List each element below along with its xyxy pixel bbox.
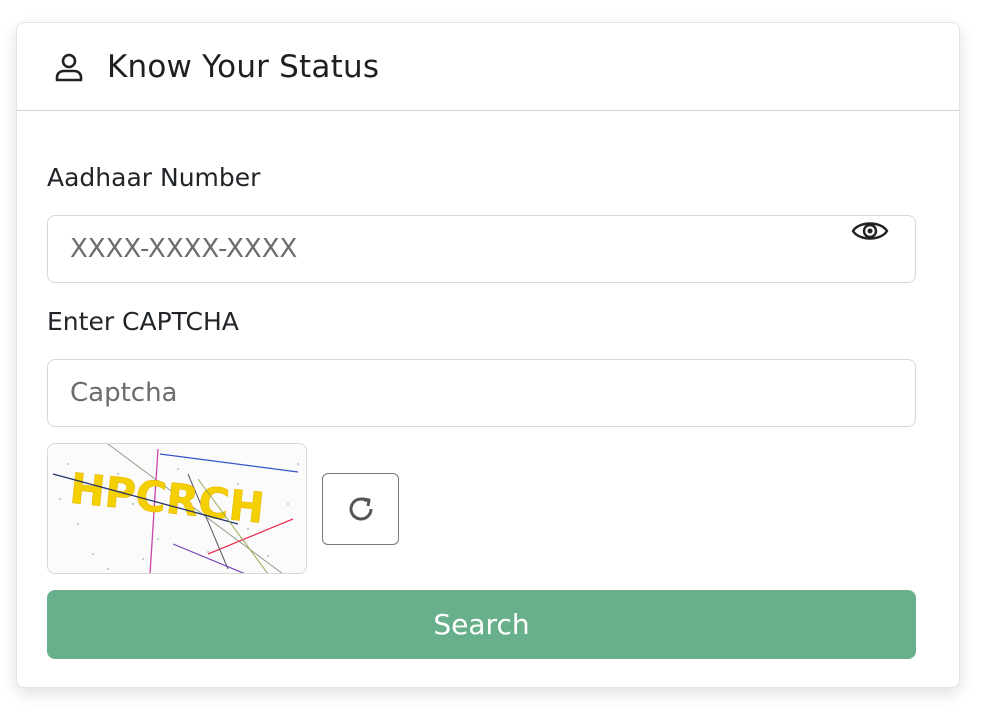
card-header: Know Your Status	[17, 23, 959, 111]
captcha-input-wrap	[47, 359, 916, 427]
user-icon	[53, 51, 85, 83]
aadhaar-input[interactable]	[48, 216, 915, 282]
captcha-image: HPCRCH	[47, 443, 307, 574]
captcha-input[interactable]	[48, 360, 915, 426]
aadhaar-input-wrap	[47, 215, 916, 283]
aadhaar-label: Aadhaar Number	[47, 163, 261, 192]
status-card: Know Your Status Aadhaar Number Enter CA…	[16, 22, 960, 688]
refresh-captcha-button[interactable]	[322, 473, 399, 545]
refresh-icon	[345, 493, 377, 525]
search-button[interactable]: Search	[47, 590, 916, 659]
captcha-label: Enter CAPTCHA	[47, 307, 239, 336]
eye-icon[interactable]	[851, 216, 889, 246]
page-title: Know Your Status	[107, 48, 380, 85]
